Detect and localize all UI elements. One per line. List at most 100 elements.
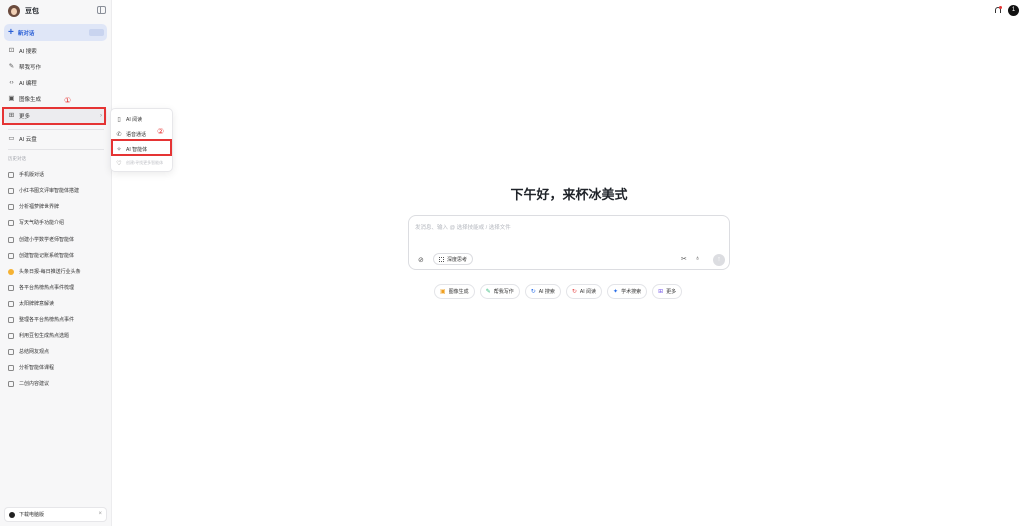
history-item-label: 二创内容建议 [19, 381, 50, 387]
chat-icon [8, 252, 14, 259]
annotation-step-1: ① [64, 96, 72, 105]
deep-think-button[interactable]: 深度思考 [433, 253, 474, 265]
user-avatar[interactable]: 1 [1008, 5, 1019, 16]
chat-icon [8, 348, 14, 355]
history-item-label: 写天气助手功能介绍 [19, 220, 65, 226]
chat-icon [8, 187, 14, 194]
book-icon: ↻ [571, 289, 577, 295]
sidebar-item-label: AI 搜索 [19, 48, 37, 55]
plus-icon: + [8, 26, 14, 38]
history-item[interactable]: 分析智能体课程 [4, 360, 107, 375]
chip-image-gen[interactable]: ▣ 图像生成 [434, 284, 475, 299]
scissor-icon[interactable]: ✂ [681, 255, 687, 263]
notification-dot [999, 6, 1002, 9]
history-item[interactable]: 写天气助手功能介绍 [4, 215, 107, 230]
history-item[interactable]: 头条日报-每日推送行业头条 [4, 264, 107, 279]
popup-item-ai-reading[interactable]: ▯ AI 阅读 [116, 113, 170, 125]
search-icon: ↻ [530, 289, 536, 295]
sidebar-item-label: AI 编程 [19, 80, 37, 87]
chip-label: AI 阅读 [579, 289, 597, 295]
history-item[interactable]: 整理各平台热榜热点事件 [4, 312, 107, 327]
sidebar-item-ai-drive[interactable]: ▭ AI 云盘 [4, 131, 107, 146]
history-item-label: 手机版对话 [19, 172, 45, 178]
history-item-label: 各平台热榜热点事件梳理 [19, 285, 75, 291]
image-icon: ▣ [440, 289, 446, 295]
chat-icon [8, 300, 14, 307]
history-item-label: 创建智能记账系统智能体 [19, 253, 75, 259]
download-icon [9, 511, 15, 518]
history-item[interactable]: 太阳牌牌意解读 [4, 296, 107, 311]
history-item-label: 整理各平台热榜热点事件 [19, 317, 75, 323]
history-item[interactable]: 手机版对话 [4, 167, 107, 182]
history-section-label: 历史对话 [8, 156, 26, 161]
chat-icon [8, 316, 14, 323]
sidebar-item-ai-search[interactable]: ⊡ AI 搜索 [4, 43, 107, 58]
collapse-sidebar-icon[interactable] [97, 6, 106, 14]
history-item[interactable]: 各平台热榜热点事件梳理 [4, 280, 107, 295]
sidebar: 豆包 + 新对话 ⊡ AI 搜索 ✎ 帮我写作 ‹› AI 编程 ▣ 图像生成 … [0, 0, 112, 526]
sidebar-item-image-gen[interactable]: ▣ 图像生成 [4, 91, 107, 106]
sidebar-item-ai-coding[interactable]: ‹› AI 编程 [4, 75, 107, 90]
history-item-label: 创建小学数学老师智能体 [19, 237, 75, 243]
history-item[interactable]: 创建智能记账系统智能体 [4, 248, 107, 263]
avatar [8, 5, 20, 17]
popup-item-label: AI 阅读 [126, 116, 143, 123]
attach-icon[interactable]: ⊘ [418, 256, 424, 264]
chat-icon [8, 203, 14, 210]
chip-label: 更多 [666, 289, 677, 295]
history-item-label: 利用豆包生成热点选题 [19, 333, 70, 339]
chat-icon [8, 284, 14, 291]
divider [8, 149, 104, 150]
microphone-icon[interactable]: ♁ [695, 255, 700, 262]
history-item[interactable]: 总结网友观点 [4, 344, 107, 359]
sidebar-item-label: 图像生成 [19, 96, 42, 103]
chip-more[interactable]: ⊞ 更多 [652, 284, 683, 299]
annotation-box-1 [2, 107, 106, 125]
history-item-label: 太阳牌牌意解读 [19, 301, 55, 307]
sidebar-item-writing[interactable]: ✎ 帮我写作 [4, 59, 107, 74]
chip-ai-search[interactable]: ↻ AI 搜索 [524, 284, 561, 299]
sidebar-item-label: 帮我写作 [19, 64, 42, 71]
chip-ai-reading[interactable]: ↻ AI 阅读 [565, 284, 603, 299]
book-icon: ▯ [117, 116, 121, 123]
deep-think-label: 深度思考 [447, 256, 468, 263]
greeting-title: 下午好，来杯冰美式 [510, 187, 628, 202]
new-chat-label: 新对话 [17, 30, 35, 37]
history-item[interactable]: 小红书图文评审智能体搭建 [4, 183, 107, 198]
notification-bell-icon[interactable] [994, 6, 1002, 15]
popup-item-label: 语音通话 [126, 131, 147, 138]
app-name: 豆包 [25, 8, 39, 15]
chip-writing[interactable]: ✎ 帮我写作 [479, 284, 520, 299]
chat-icon [8, 332, 14, 339]
grid-icon [439, 256, 444, 262]
annotation-step-2: ② [157, 127, 165, 136]
pen-icon: ✎ [8, 63, 15, 70]
message-input-placeholder[interactable]: 发消息、输入 @ 选择技能或 / 选择文件 [415, 223, 511, 231]
divider [8, 129, 104, 130]
annotation-box-2 [111, 139, 172, 156]
pen-icon: ✎ [485, 289, 491, 295]
close-icon[interactable]: × [98, 511, 102, 517]
download-label: 下载电脑版 [19, 512, 45, 518]
academic-icon: ✦ [613, 289, 619, 295]
chip-label: 帮我写作 [493, 289, 514, 295]
chip-label: 学术搜索 [621, 289, 642, 295]
chat-icon [8, 171, 14, 178]
popup-item-create-agent[interactable]: ♡ 创建/寻找更多智能体 [116, 157, 170, 169]
brand[interactable]: 豆包 [8, 5, 39, 17]
new-chat-button[interactable]: + 新对话 [4, 24, 107, 41]
chip-academic-search[interactable]: ✦ 学术搜索 [607, 284, 648, 299]
history-item[interactable]: 二创内容建议 [4, 376, 107, 391]
download-desktop-button[interactable]: 下载电脑版 × [4, 507, 107, 522]
chat-icon [8, 219, 14, 226]
image-icon: ▣ [8, 95, 15, 102]
chat-icon [8, 364, 14, 371]
bulb-icon: ♡ [116, 160, 122, 167]
history-item[interactable]: 创建小学数学老师智能体 [4, 232, 107, 247]
history-item[interactable]: 分析福萝牌世界牌 [4, 199, 107, 214]
history-item[interactable]: 利用豆包生成热点选题 [4, 328, 107, 343]
chat-icon [8, 236, 14, 243]
message-input-box[interactable]: 发消息、输入 @ 选择技能或 / 选择文件 ⊘ 深度思考 ✂ ♁ ↑ [408, 215, 730, 270]
chip-label: 图像生成 [448, 289, 469, 295]
send-button[interactable]: ↑ [713, 254, 725, 266]
